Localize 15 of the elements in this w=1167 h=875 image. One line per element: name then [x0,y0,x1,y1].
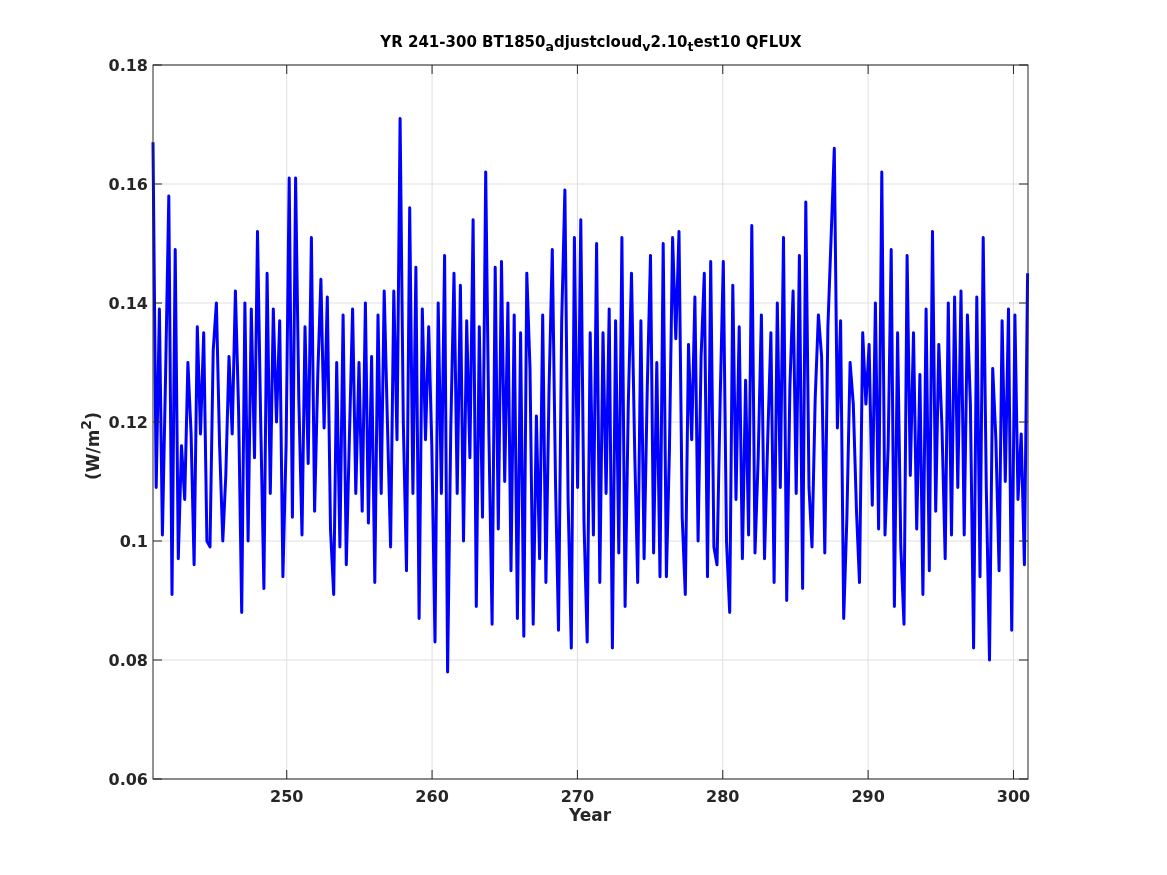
tick-label: 300 [996,787,1031,806]
tick-label: 270 [560,787,595,806]
tick-label: 290 [851,787,885,806]
tick-label: 260 [415,787,449,806]
tick-label: 0.18 [108,56,148,75]
tick-label: 0.1 [119,532,148,551]
tick-label: 280 [706,787,740,806]
tick-label: 250 [270,787,304,806]
tick-label: 0.14 [108,294,148,313]
chart-title: YR 241-300 BT1850$_{a}$djustcloud$_{v}$2.10$_{t}$est10 QFLUX [380,33,802,55]
tick-label: 0.12 [108,413,148,432]
tick-label: 0.16 [108,175,148,194]
tick-label: 0.06 [108,770,148,789]
x-axis-label: Year [568,805,612,825]
tick-label: 0.08 [108,651,148,670]
